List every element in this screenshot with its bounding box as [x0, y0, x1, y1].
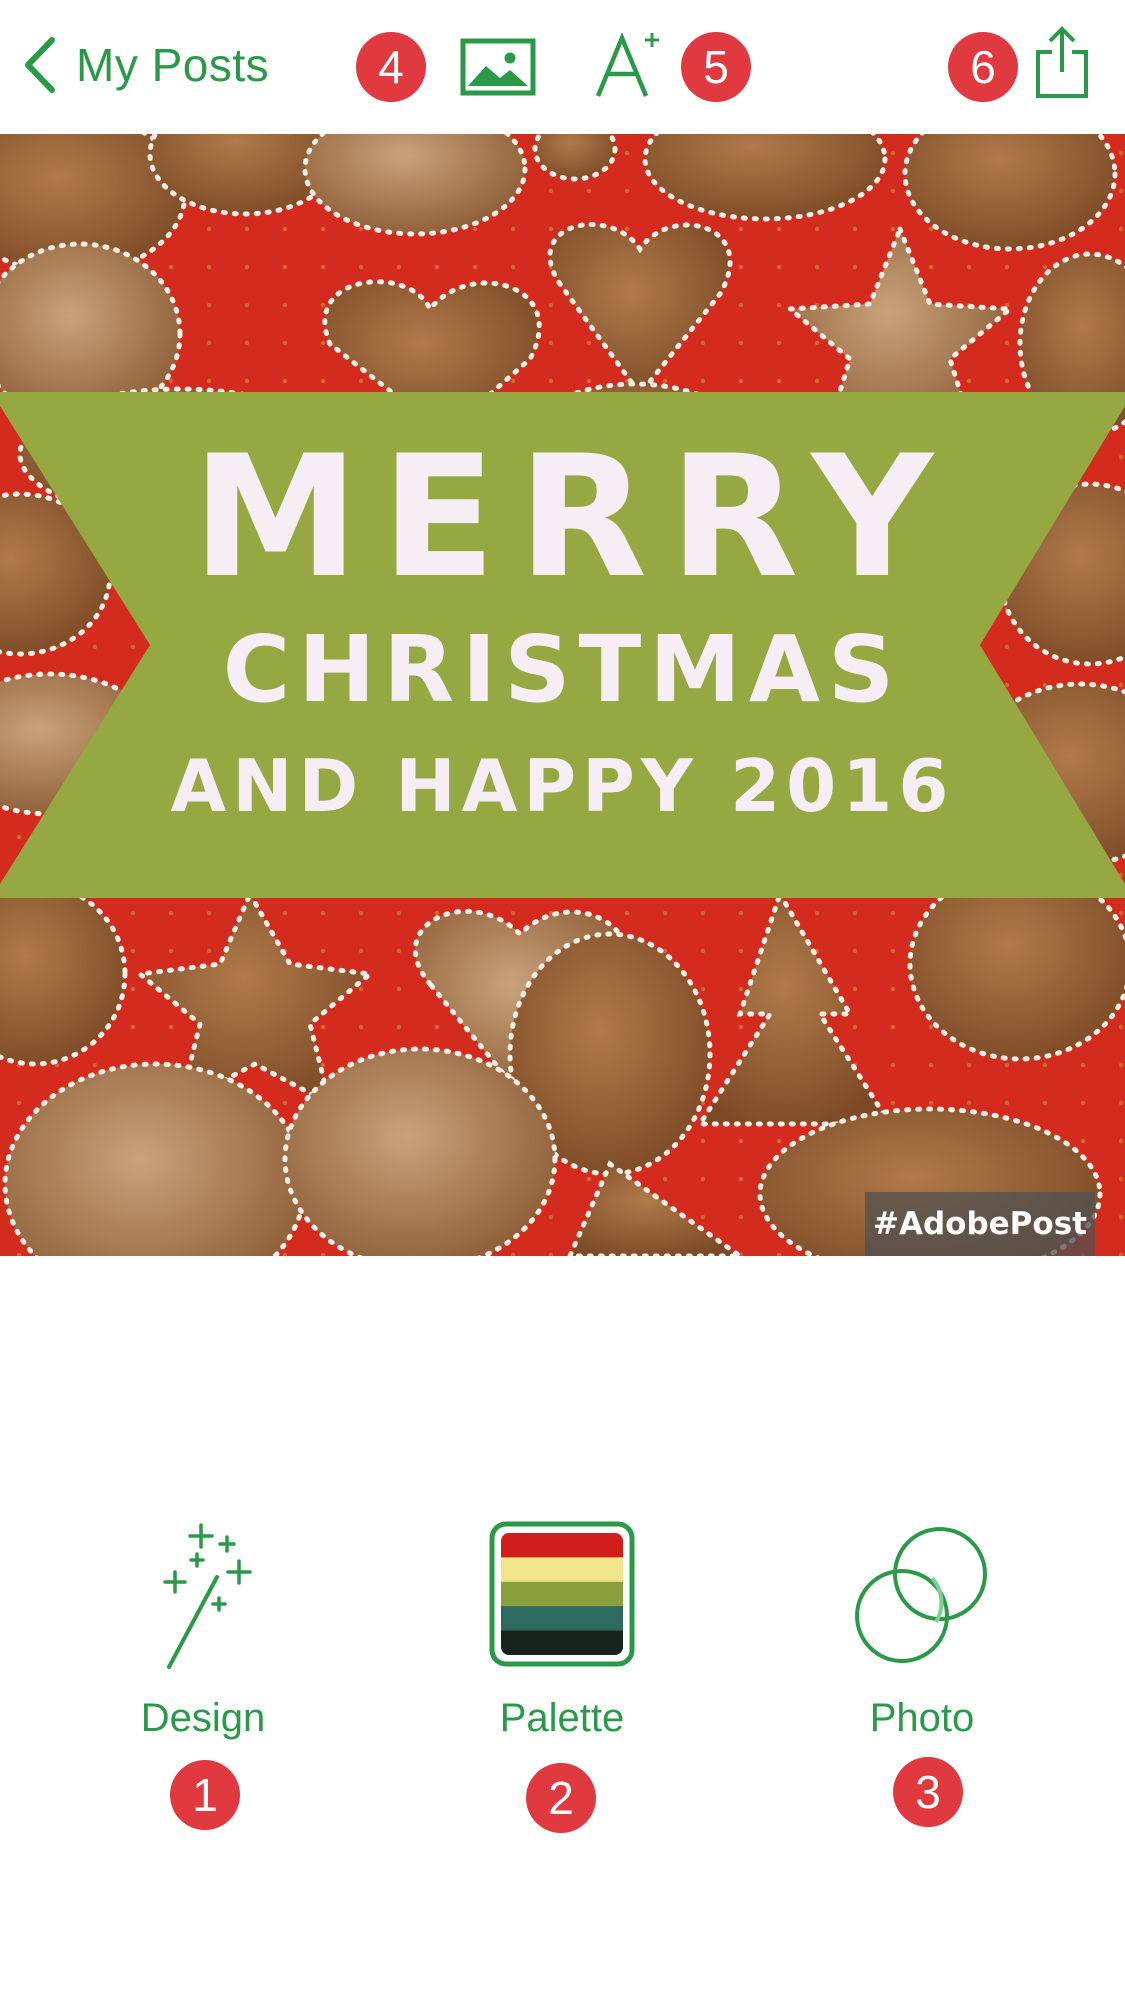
bottom-tab-bar: Design Palette Photo 1 2 3	[0, 1256, 1125, 2001]
back-button[interactable]: My Posts	[22, 34, 269, 96]
palette-swatch-stripe	[501, 1581, 623, 1607]
add-image-button[interactable]	[460, 38, 536, 101]
callout-badge-4: 4	[356, 32, 426, 102]
palette-swatch-icon	[489, 1521, 635, 1667]
back-button-label: My Posts	[76, 39, 270, 91]
text-add-icon	[595, 32, 659, 97]
chevron-left-icon	[25, 37, 55, 93]
image-icon	[460, 38, 536, 96]
tab-design[interactable]: Design	[83, 1256, 323, 1816]
headline-line-1: MERRY	[191, 419, 956, 615]
watermark-tag: #AdobePost	[865, 1192, 1095, 1256]
callout-badge-3: 3	[893, 1757, 963, 1827]
palette-swatch-stripe	[501, 1533, 623, 1558]
callout-badge-5: 5	[681, 32, 751, 102]
callout-badge-1: 1	[170, 1760, 240, 1830]
tab-photo[interactable]: Photo	[802, 1256, 1042, 1816]
palette-swatch-stripe	[501, 1557, 623, 1583]
share-icon	[1036, 26, 1088, 98]
share-button[interactable]	[1034, 26, 1090, 105]
headline-line-3: AND HAPPY 2016	[170, 744, 955, 828]
add-text-button[interactable]	[594, 28, 666, 100]
tab-palette-label: Palette	[499, 1696, 625, 1740]
palette-swatch-stripe	[501, 1630, 623, 1655]
magic-wand-icon	[163, 1523, 252, 1669]
callout-badge-6: 6	[948, 32, 1018, 102]
headline-line-2: CHRISTMAS	[222, 616, 903, 723]
palette-swatch-stripe	[501, 1606, 623, 1632]
callout-badge-2: 2	[526, 1763, 596, 1833]
tab-design-label: Design	[140, 1696, 266, 1740]
post-editor-screen: My Posts 4 5 6 MERRY CHRISTMAS AND HAPPY…	[0, 0, 1125, 2001]
tab-photo-label: Photo	[869, 1696, 975, 1740]
tab-palette[interactable]: Palette	[442, 1256, 682, 1816]
photo-filter-icon	[855, 1527, 987, 1663]
post-canvas[interactable]: MERRY CHRISTMAS AND HAPPY 2016 #AdobePos…	[0, 134, 1125, 1256]
top-toolbar: My Posts 4 5 6	[0, 0, 1125, 134]
